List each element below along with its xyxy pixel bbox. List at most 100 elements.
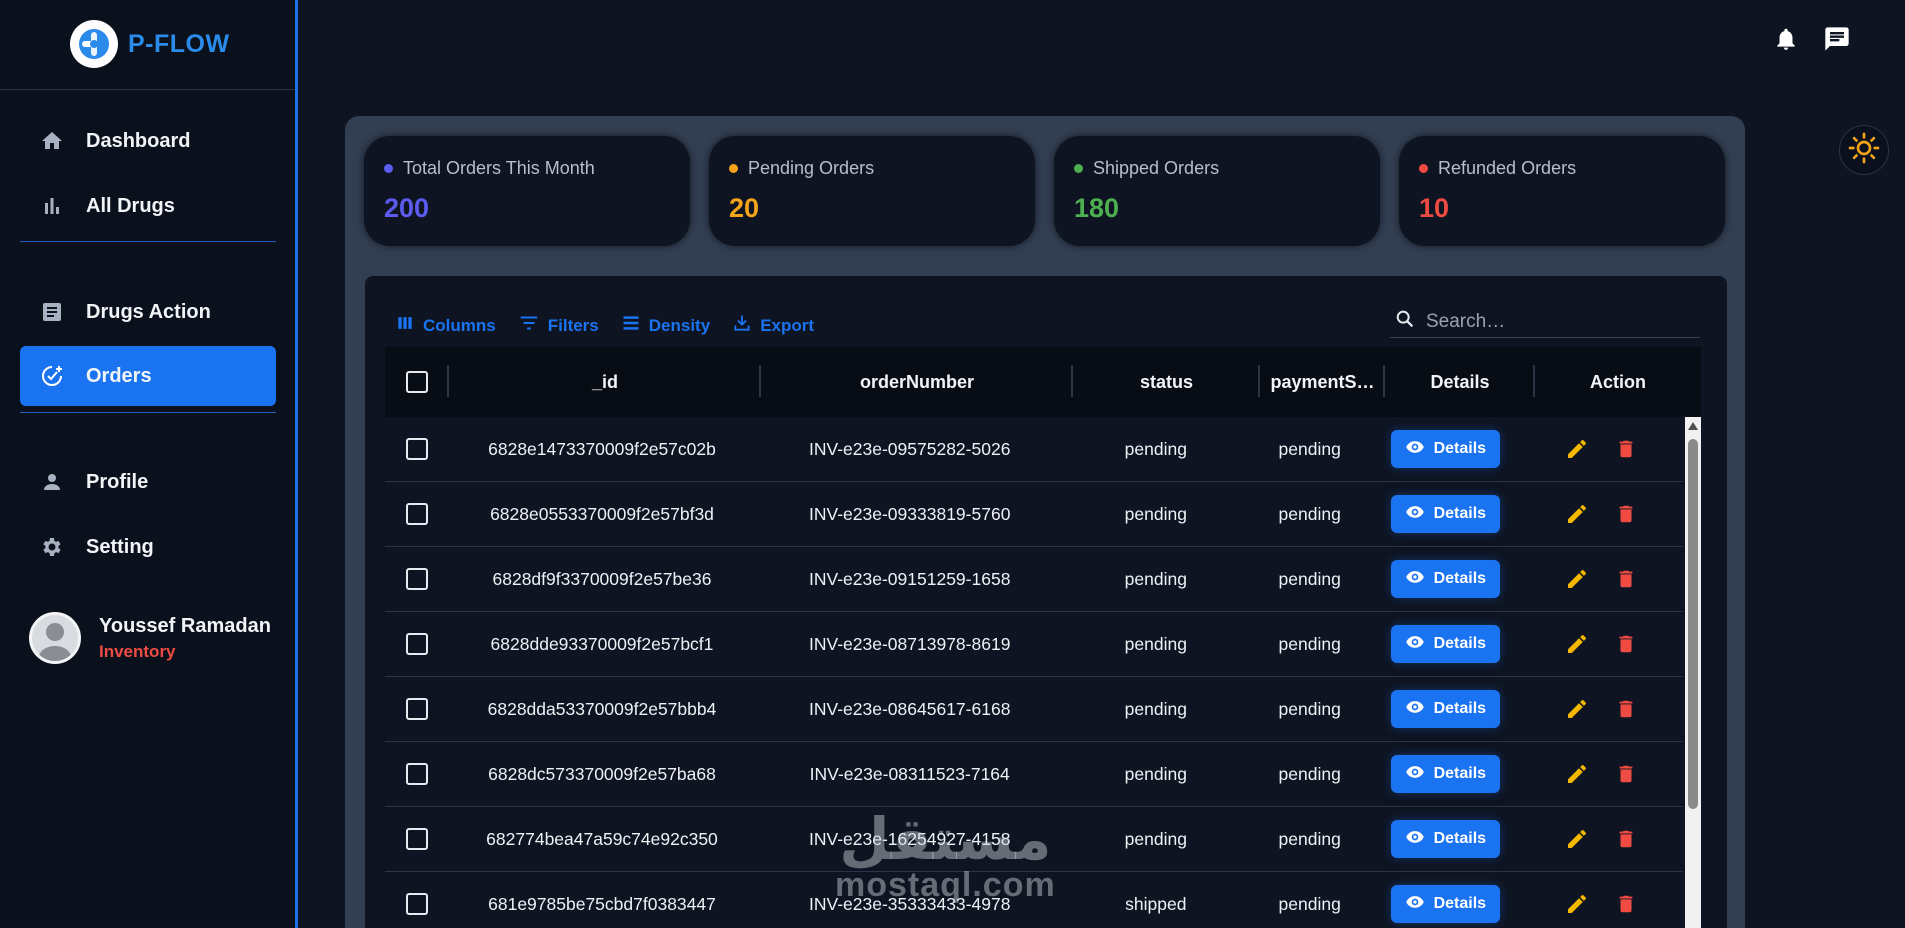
stat-value: 10	[1419, 193, 1450, 223]
cell-status: pending	[1124, 828, 1187, 849]
notifications-button[interactable]	[1771, 26, 1801, 56]
sidebar-item-orders[interactable]: Orders	[20, 346, 276, 406]
pencil-icon	[1565, 567, 1589, 591]
cell-details: Details	[1371, 872, 1519, 928]
delete-button[interactable]	[1615, 892, 1637, 916]
edit-button[interactable]	[1565, 697, 1589, 721]
vertical-scrollbar[interactable]	[1685, 417, 1701, 928]
edit-button[interactable]	[1565, 762, 1589, 786]
details-button[interactable]: Details	[1390, 625, 1500, 663]
details-button[interactable]: Details	[1390, 755, 1500, 793]
column-header-status[interactable]: status	[1073, 347, 1260, 417]
user-name: Youssef Ramadan	[99, 614, 271, 637]
user-role: Inventory	[99, 641, 176, 661]
edit-button[interactable]	[1565, 892, 1589, 916]
export-button[interactable]: Export	[732, 312, 814, 339]
delete-button[interactable]	[1615, 567, 1637, 591]
cell-details: Details	[1371, 482, 1519, 546]
cell-payment-status: pending	[1278, 568, 1341, 589]
table-row: 6828df9f3370009f2e57be36 INV-e23e-091512…	[385, 547, 1683, 612]
watermark: مستقل mostaql.com	[835, 810, 1056, 902]
stat-card-pending: Pending Orders 20	[709, 136, 1035, 246]
column-header-details[interactable]: Details	[1385, 347, 1535, 417]
row-checkbox[interactable]	[405, 698, 428, 720]
column-header-payment-status[interactable]: paymentS…	[1260, 347, 1385, 417]
delete-button[interactable]	[1615, 437, 1637, 461]
density-button[interactable]: Density	[621, 312, 710, 339]
select-all-checkbox[interactable]	[406, 371, 428, 393]
row-checkbox[interactable]	[405, 763, 428, 785]
sidebar-item-all-drugs[interactable]: All Drugs	[20, 176, 276, 236]
row-select-cell	[385, 547, 448, 611]
delete-button[interactable]	[1615, 827, 1637, 851]
edit-button[interactable]	[1565, 827, 1589, 851]
delete-button[interactable]	[1615, 762, 1637, 786]
row-select-cell	[385, 417, 448, 481]
eye-icon	[1405, 892, 1425, 917]
edit-button[interactable]	[1565, 632, 1589, 656]
details-button[interactable]: Details	[1390, 495, 1500, 533]
trash-icon	[1615, 437, 1637, 461]
edit-button[interactable]	[1565, 567, 1589, 591]
search-icon	[1394, 308, 1416, 335]
cell-status: shipped	[1125, 893, 1187, 914]
scroll-thumb[interactable]	[1688, 439, 1698, 809]
table-row: 6828dda53370009f2e57bbb4 INV-e23e-086456…	[385, 677, 1683, 742]
details-button[interactable]: Details	[1390, 430, 1500, 468]
sidebar-divider	[20, 241, 276, 242]
sidebar-item-profile[interactable]: Profile	[20, 452, 276, 512]
sidebar-item-dashboard[interactable]: Dashboard	[20, 111, 276, 171]
edit-button[interactable]	[1565, 502, 1589, 526]
stat-label: Total Orders This Month	[403, 158, 595, 178]
row-checkbox[interactable]	[405, 438, 428, 460]
details-label: Details	[1433, 895, 1487, 912]
details-button[interactable]: Details	[1390, 560, 1500, 598]
cell-id: 6828dde93370009f2e57bcf1	[490, 633, 714, 654]
trash-icon	[1615, 502, 1637, 526]
row-checkbox[interactable]	[405, 568, 428, 590]
logo-icon	[70, 20, 118, 68]
row-select-cell	[385, 807, 448, 871]
scroll-up-arrow[interactable]	[1688, 422, 1698, 430]
app-name: P-FLOW	[128, 29, 230, 58]
column-header-label: paymentS…	[1270, 371, 1375, 392]
filters-label: Filters	[547, 315, 599, 335]
filters-button[interactable]: Filters	[518, 312, 599, 339]
search-input[interactable]	[1426, 310, 1686, 333]
delete-button[interactable]	[1615, 697, 1637, 721]
user-card[interactable]: Youssef Ramadan Inventory	[29, 612, 271, 664]
column-header-label: status	[1139, 371, 1193, 392]
row-select-cell	[385, 482, 448, 546]
details-button[interactable]: Details	[1390, 885, 1500, 923]
app-logo[interactable]: P-FLOW	[70, 20, 230, 68]
sidebar-item-setting[interactable]: Setting	[20, 517, 276, 577]
pencil-icon	[1565, 762, 1589, 786]
columns-button[interactable]: Columns	[395, 312, 496, 339]
home-icon	[40, 129, 64, 153]
delete-button[interactable]	[1615, 502, 1637, 526]
row-checkbox[interactable]	[405, 893, 428, 915]
theme-toggle[interactable]	[1839, 125, 1889, 175]
grid-toolbar: Columns Filters Density Export	[395, 312, 814, 339]
stat-card-refunded: Refunded Orders 10	[1399, 136, 1725, 246]
sidebar-item-drugs-action[interactable]: Drugs Action	[20, 282, 276, 342]
details-button[interactable]: Details	[1390, 820, 1500, 858]
column-header-order-number[interactable]: orderNumber	[761, 347, 1073, 417]
sidebar-item-label: All Drugs	[86, 194, 175, 217]
edit-button[interactable]	[1565, 437, 1589, 461]
row-checkbox[interactable]	[405, 633, 428, 655]
orders-icon	[40, 364, 64, 388]
column-header-action[interactable]: Action	[1535, 347, 1701, 417]
delete-button[interactable]	[1615, 632, 1637, 656]
cell-payment-status: pending	[1278, 698, 1341, 719]
column-header-id[interactable]: _id	[449, 347, 761, 417]
details-button[interactable]: Details	[1390, 690, 1500, 728]
filter-icon	[518, 312, 540, 339]
messages-button[interactable]	[1822, 26, 1852, 56]
row-checkbox[interactable]	[405, 503, 428, 525]
cell-payment-status: pending	[1278, 828, 1341, 849]
cell-payment-status: pending	[1278, 633, 1341, 654]
details-label: Details	[1433, 635, 1487, 652]
watermark-arabic: مستقل	[839, 805, 1052, 873]
row-checkbox[interactable]	[405, 828, 428, 850]
